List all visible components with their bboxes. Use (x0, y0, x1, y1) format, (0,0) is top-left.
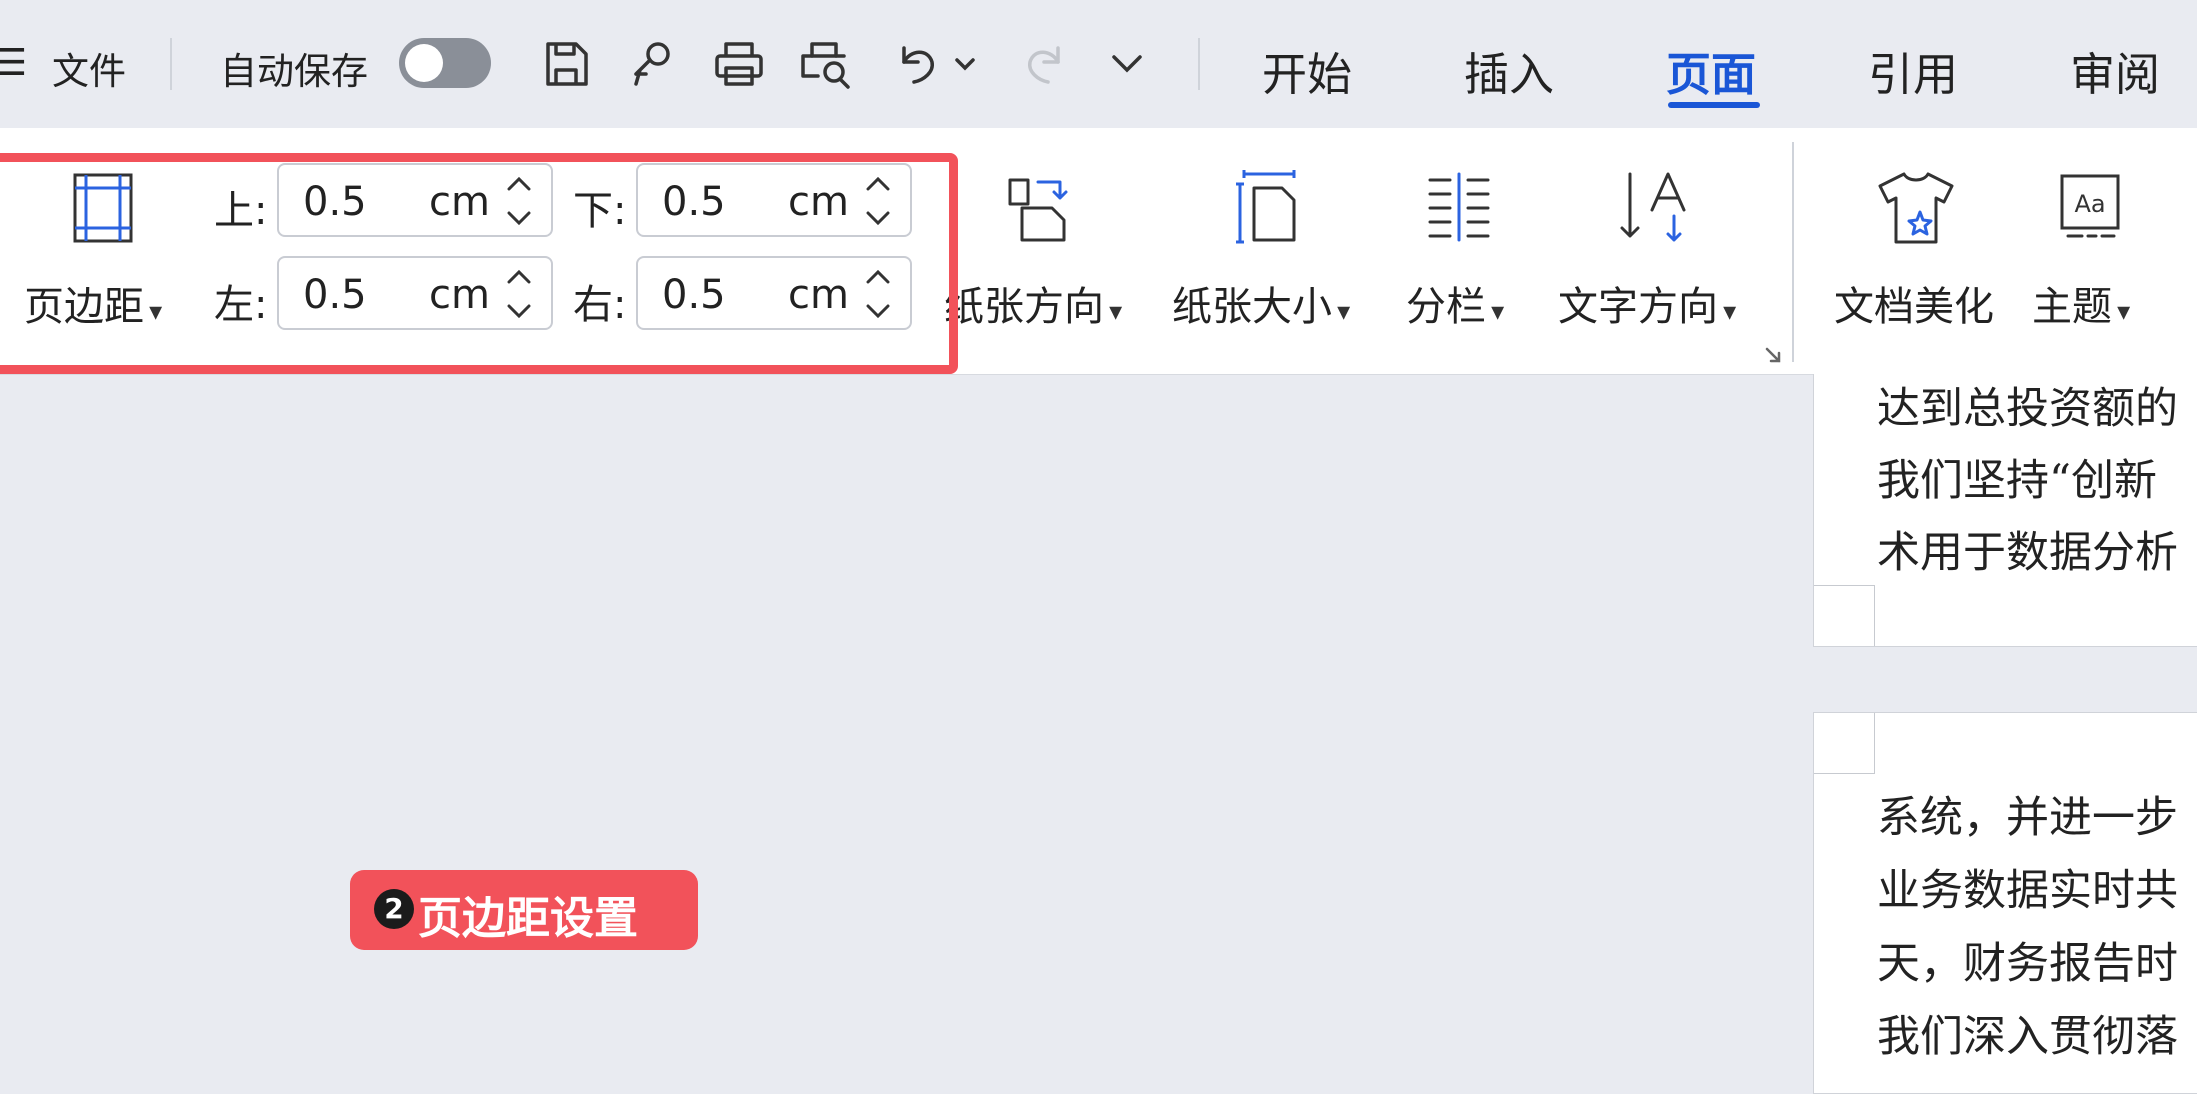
annotation-badge: 2 页边距设置 (350, 870, 698, 950)
format-painter-icon[interactable] (626, 38, 678, 90)
tshirt-beautify-icon[interactable] (1876, 170, 1956, 246)
active-tab-indicator (1668, 102, 1760, 108)
annotation-number: 2 (374, 889, 414, 929)
text-direction-icon[interactable] (1618, 170, 1694, 246)
columns-button[interactable]: 分栏 ▾ (1406, 274, 1504, 332)
document-page-1[interactable]: 达到总投资额的 我们坚持“创新 术用于数据分析 (1813, 374, 2197, 647)
autosave-label: 自动保存 (220, 50, 368, 93)
undo-dropdown-chevron-icon[interactable] (954, 56, 976, 72)
beautify-button[interactable]: 文档美化 (1834, 274, 1994, 332)
tab-insert[interactable]: 插入 (1464, 38, 1554, 103)
divider (1198, 38, 1200, 90)
tab-page-layout[interactable]: 页面 (1666, 38, 1756, 103)
document-text-line: 我们坚持“创新 (1877, 456, 2157, 506)
print-icon[interactable] (712, 38, 766, 90)
page-setup-launcher-icon[interactable] (1764, 346, 1782, 364)
margin-corner-mark (1814, 585, 1875, 646)
annotation-text: 页边距设置 (418, 893, 638, 944)
tab-review[interactable]: 审阅 (2070, 38, 2160, 103)
document-text-line: 天，财务报告时 (1877, 939, 2178, 989)
chevron-down-icon: ▾ (1491, 297, 1505, 327)
chevron-down-icon: ▾ (1109, 297, 1123, 327)
chevron-down-icon: ▾ (2117, 297, 2131, 327)
menu-icon[interactable]: ☰ (0, 41, 27, 84)
document-text-line: 系统，并进一步 (1877, 793, 2178, 843)
tab-home[interactable]: 开始 (1262, 38, 1352, 103)
text-direction-button[interactable]: 文字方向 ▾ (1558, 274, 1736, 332)
theme-button[interactable]: 主题 ▾ (2032, 274, 2130, 332)
undo-icon[interactable] (894, 40, 942, 88)
more-chevron-icon[interactable] (1110, 52, 1144, 76)
file-menu[interactable]: 文件 (52, 41, 126, 95)
margin-corner-mark (1814, 713, 1875, 774)
document-text-line: 业务数据实时共 (1877, 866, 2178, 916)
margin-settings-highlight (0, 153, 958, 374)
print-preview-icon[interactable] (798, 38, 854, 92)
text-direction-label: 文字方向 (1558, 284, 1718, 330)
paper-size-button[interactable]: 纸张大小 ▾ (1172, 274, 1350, 332)
orientation-icon[interactable] (1004, 172, 1074, 244)
orientation-label: 纸张方向 (944, 284, 1104, 330)
chevron-down-icon: ▾ (1337, 297, 1351, 327)
tab-references[interactable]: 引用 (1868, 38, 1958, 103)
toggle-knob (405, 44, 443, 82)
redo-icon[interactable] (1020, 40, 1068, 88)
document-text-line: 术用于数据分析 (1877, 528, 2178, 578)
columns-icon[interactable] (1426, 172, 1492, 242)
orientation-button[interactable]: 纸张方向 ▾ (944, 274, 1122, 332)
columns-label: 分栏 (1406, 284, 1486, 330)
document-text-line: 达到总投资额的 (1877, 384, 2178, 434)
save-icon[interactable] (540, 38, 592, 90)
theme-icon-text: Aa (2074, 190, 2105, 218)
paper-size-label: 纸张大小 (1172, 284, 1332, 330)
paper-size-icon[interactable] (1234, 170, 1304, 246)
document-text-line: 我们深入贯彻落 (1877, 1012, 2178, 1062)
title-toolbar: ☰ 文件 自动保存 开始 插入 页面 引用 审阅 (0, 0, 2197, 128)
document-page-2[interactable]: 系统，并进一步 业务数据实时共 天，财务报告时 我们深入贯彻落 (1813, 712, 2197, 1094)
autosave-toggle[interactable] (399, 38, 491, 88)
chevron-down-icon: ▾ (1723, 297, 1737, 327)
theme-icon[interactable]: Aa (2058, 172, 2122, 244)
theme-label: 主题 (2032, 284, 2112, 330)
ribbon-group-divider (1792, 142, 1794, 362)
divider (170, 38, 172, 90)
